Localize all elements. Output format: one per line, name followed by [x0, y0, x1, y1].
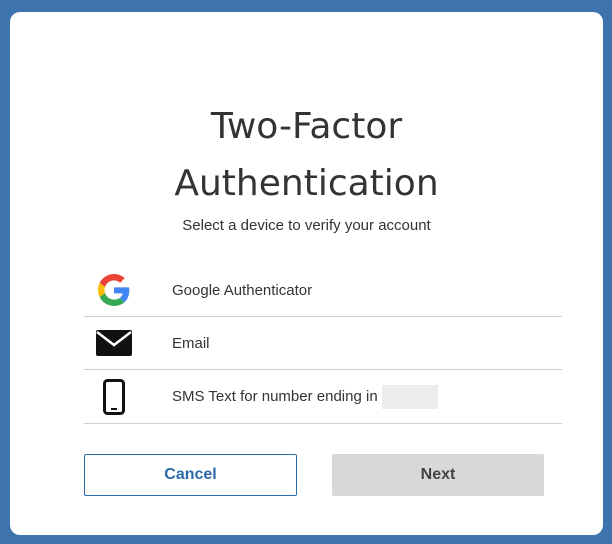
option-sms-text[interactable]: SMS Text for number ending in: [84, 371, 562, 424]
option-label: Google Authenticator: [172, 281, 313, 299]
option-email[interactable]: Email: [84, 317, 562, 370]
two-factor-dialog: Two-Factor Authentication Select a devic…: [10, 12, 603, 535]
masked-phone-digits: [381, 385, 438, 409]
google-icon: [92, 270, 136, 310]
option-label: SMS Text for number ending in: [172, 385, 438, 409]
option-label: Email: [172, 334, 210, 352]
sms-label-text: SMS Text for number ending in: [172, 387, 378, 405]
option-google-authenticator[interactable]: Google Authenticator: [84, 264, 562, 317]
title-line-2: Authentication: [174, 163, 439, 204]
title-line-1: Two-Factor: [210, 106, 403, 147]
cancel-button[interactable]: Cancel: [84, 454, 297, 496]
dialog-title: Two-Factor Authentication: [10, 98, 603, 212]
next-button[interactable]: Next: [332, 454, 544, 496]
dialog-subtitle: Select a device to verify your account: [182, 217, 431, 234]
envelope-icon: [92, 323, 136, 363]
mobile-phone-icon: [92, 377, 136, 417]
